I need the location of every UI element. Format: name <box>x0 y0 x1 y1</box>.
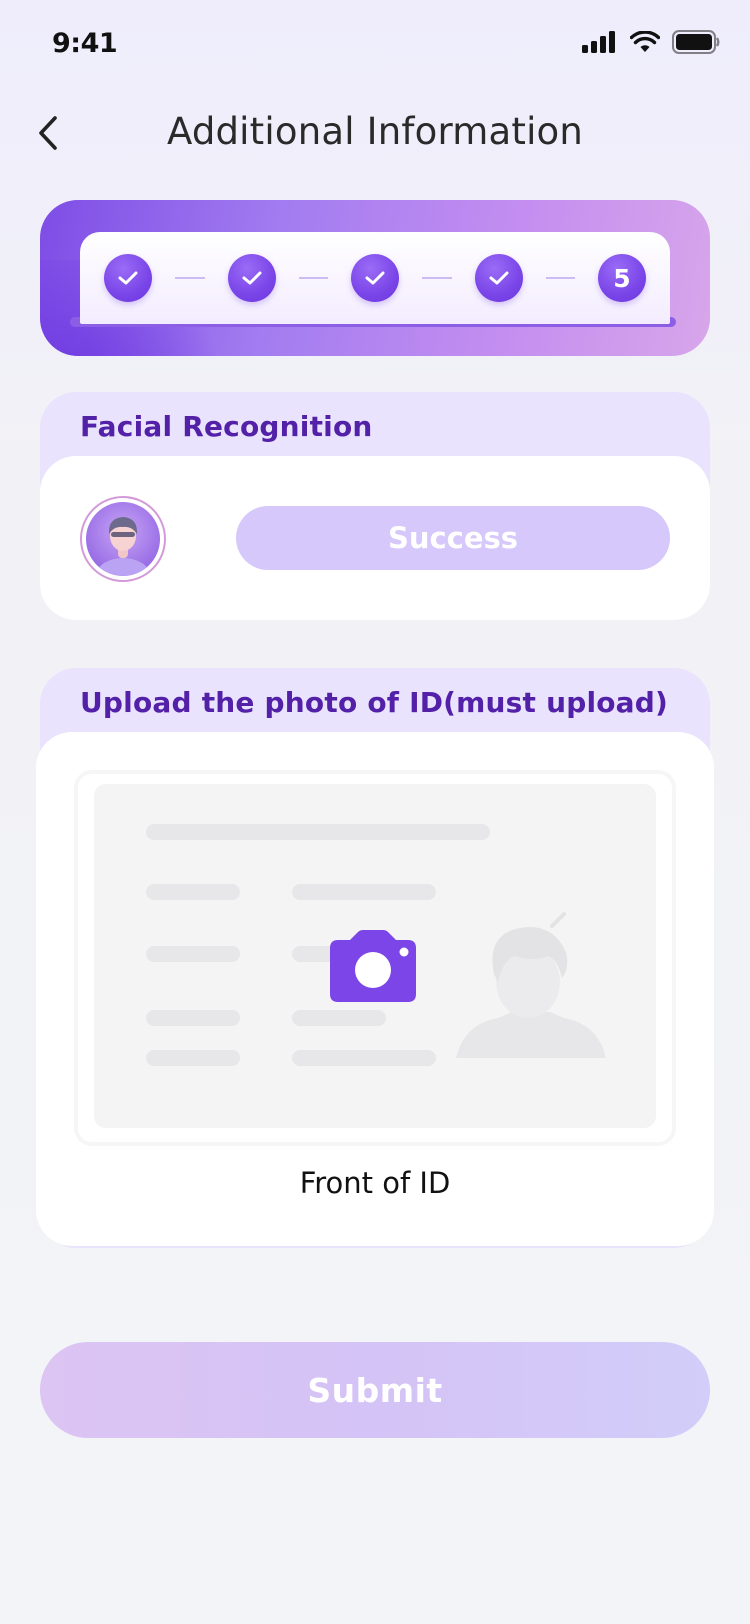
id-upload-body: Front of ID <box>36 732 714 1246</box>
step-4-complete <box>474 254 523 302</box>
step-1-complete <box>104 254 152 302</box>
step-3-complete <box>351 254 399 302</box>
step-connector <box>298 277 328 279</box>
facial-recognition-title: Facial Recognition <box>80 410 373 443</box>
placeholder-line <box>292 1050 436 1066</box>
id-front-upload-area[interactable] <box>74 770 676 1146</box>
placeholder-line <box>146 1050 240 1066</box>
id-card-placeholder <box>94 784 656 1128</box>
id-front-label: Front of ID <box>299 1166 451 1200</box>
face-avatar-icon <box>97 517 149 576</box>
progress-stepper: 5 <box>40 200 710 356</box>
placeholder-line <box>146 824 490 840</box>
placeholder-line <box>146 884 240 900</box>
facial-recognition-section: Facial Recognition Success <box>40 392 710 620</box>
step-connector <box>422 277 452 279</box>
check-icon <box>118 271 138 285</box>
submit-button[interactable]: Submit <box>40 1342 710 1438</box>
placeholder-line <box>292 884 436 900</box>
stepper-inner: 5 <box>80 232 670 324</box>
page-title: Additional Information <box>166 110 584 153</box>
check-icon <box>242 271 261 285</box>
face-recognition-success-button[interactable]: Success <box>236 506 670 570</box>
step-2-complete <box>227 254 276 302</box>
face-avatar-frame <box>80 496 166 582</box>
battery-icon <box>672 30 720 54</box>
placeholder-line <box>146 946 240 962</box>
check-icon <box>365 271 385 285</box>
face-avatar <box>86 502 160 576</box>
step-connector <box>545 277 575 279</box>
cellular-signal-icon <box>582 31 615 53</box>
id-upload-section: Upload the photo of ID(must upload) Fron… <box>36 668 714 1248</box>
facial-recognition-body: Success <box>40 456 710 620</box>
check-icon <box>489 271 508 285</box>
placeholder-line <box>292 1010 386 1026</box>
id-upload-title: Upload the photo of ID(must upload) <box>80 686 669 719</box>
step-5-current: 5 <box>598 254 646 302</box>
status-icons <box>582 30 720 54</box>
camera-icon <box>330 930 416 1002</box>
step-connector <box>175 277 205 279</box>
person-silhouette-icon <box>456 912 606 1058</box>
wifi-icon <box>630 31 660 52</box>
status-time: 9:41 <box>52 28 118 59</box>
placeholder-line <box>146 1010 240 1026</box>
